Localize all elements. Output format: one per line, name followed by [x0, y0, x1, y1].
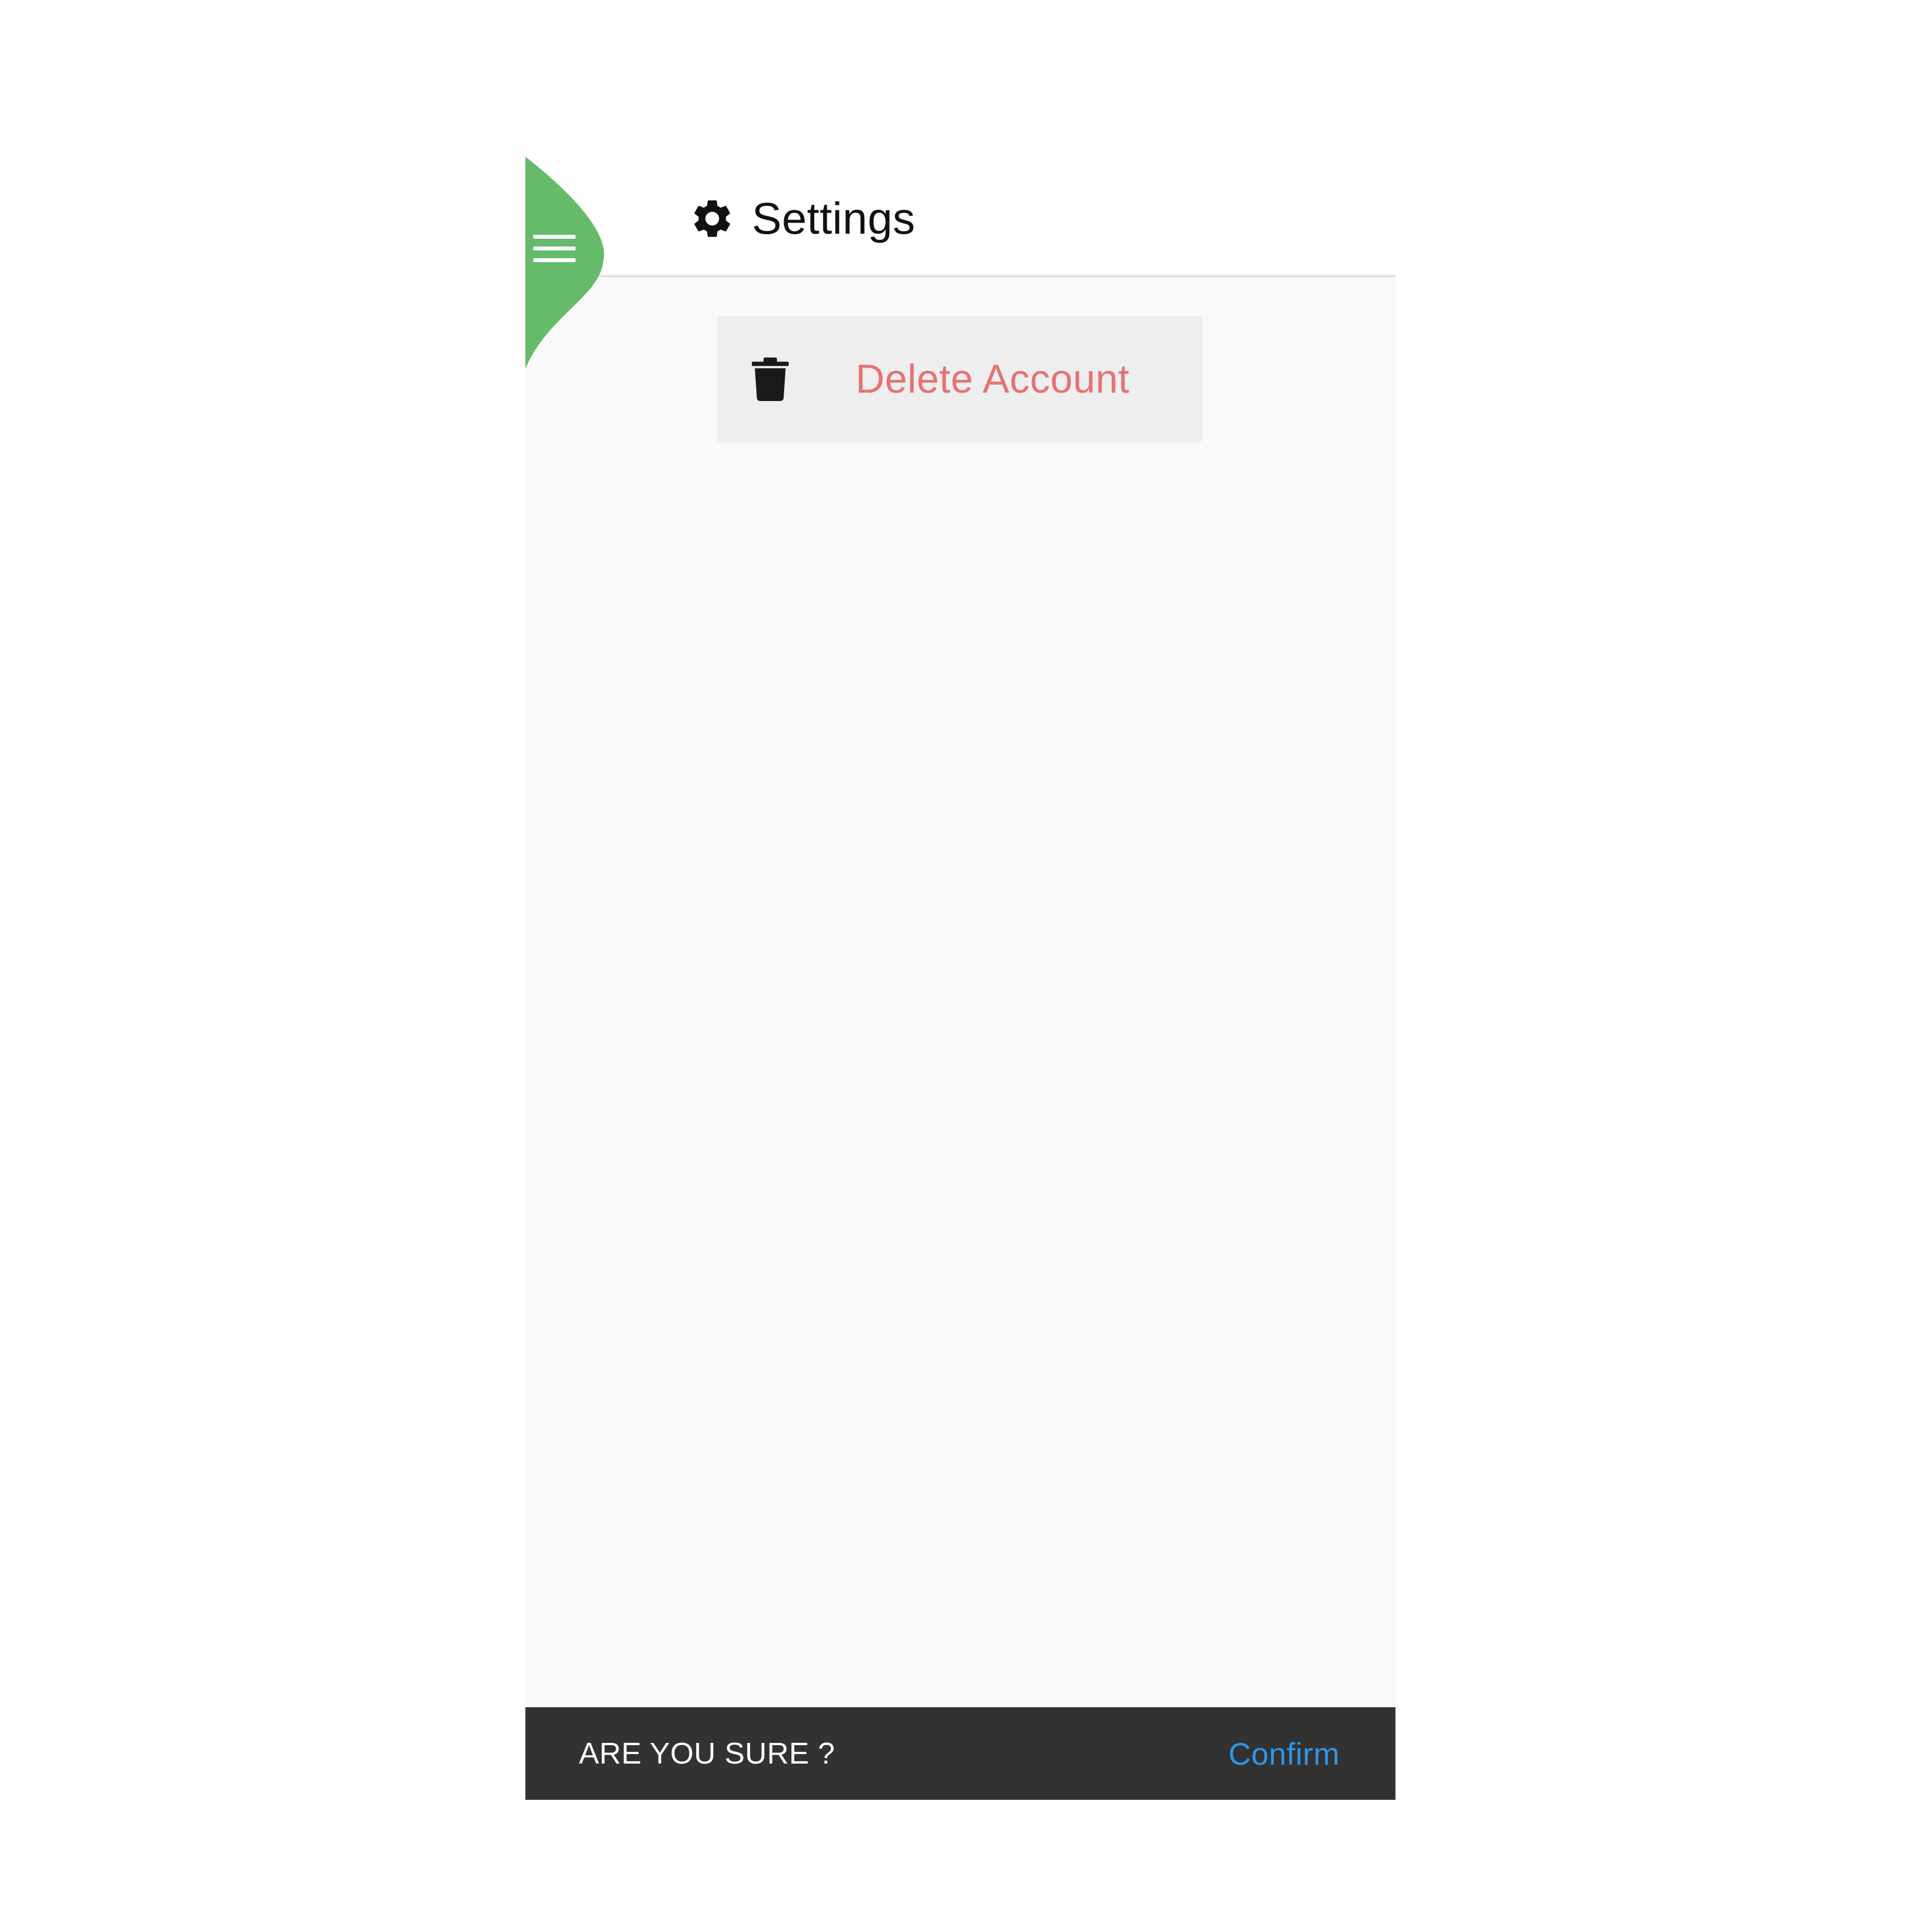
app-window: Settings Delete Account ARE YOU SURE ? C… [525, 157, 1395, 1800]
delete-account-label: Delete Account [856, 357, 1130, 402]
drawer-toggle-button[interactable] [525, 157, 609, 369]
drawer-tab-shape [525, 157, 605, 369]
screen: Settings Delete Account ARE YOU SURE ? C… [0, 0, 1932, 1932]
confirm-button[interactable]: Confirm [1228, 1736, 1340, 1772]
gear-icon [694, 200, 730, 237]
app-bar: Settings [525, 157, 1395, 277]
delete-account-button[interactable]: Delete Account [717, 316, 1202, 442]
snackbar-message: ARE YOU SURE ? [579, 1737, 835, 1770]
trash-icon [752, 358, 789, 401]
confirmation-snackbar: ARE YOU SURE ? Confirm [525, 1707, 1395, 1800]
page-title: Settings [752, 194, 916, 243]
page-header: Settings [689, 188, 915, 249]
